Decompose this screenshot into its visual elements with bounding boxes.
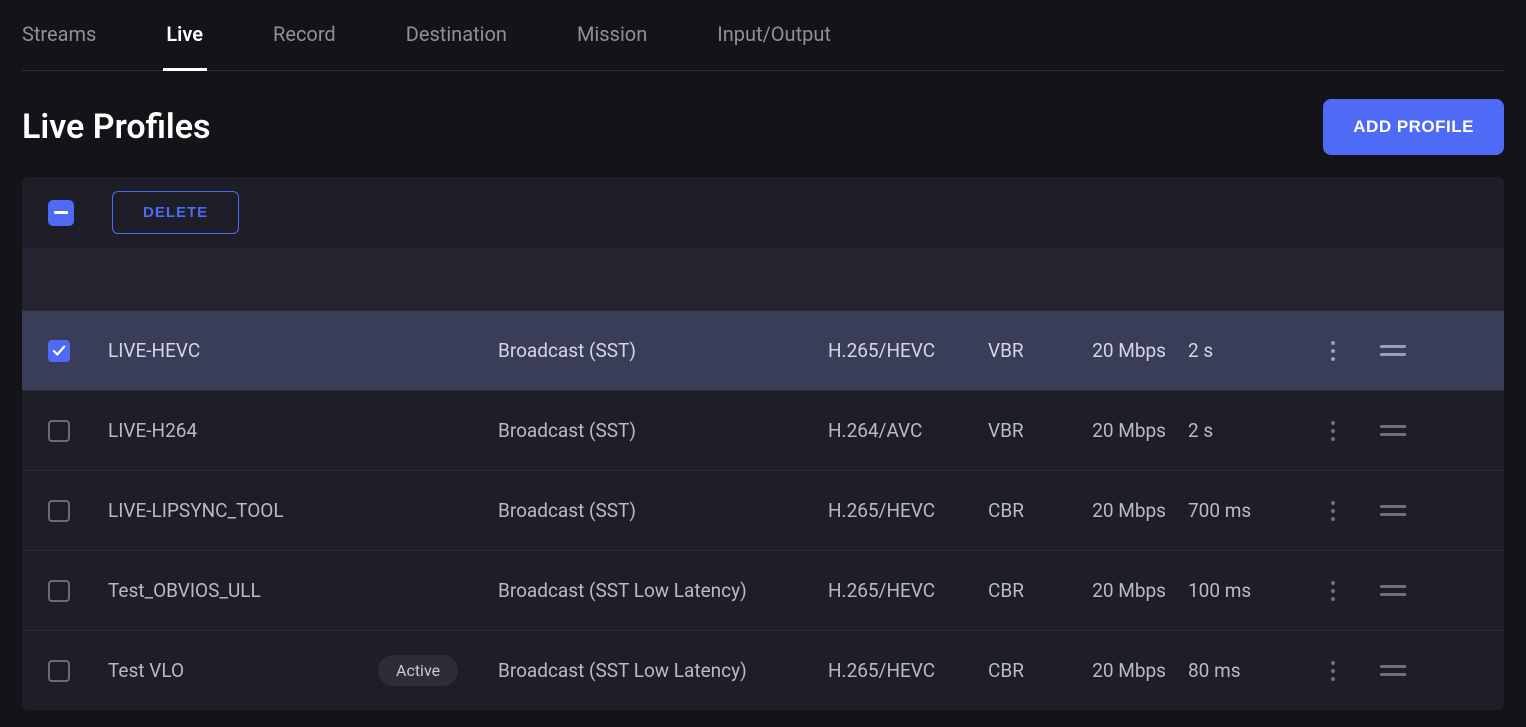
profile-name: Test_OBVIOS_ULL [108,579,378,602]
profile-codec: H.265/HEVC [828,659,988,682]
drag-icon [1380,585,1406,596]
tab-live[interactable]: Live [166,22,203,70]
table-row[interactable]: LIVE-HEVC Broadcast (SST) H.265/HEVC VBR… [22,310,1504,390]
row-menu-button[interactable] [1318,336,1348,366]
profile-mode: Broadcast (SST Low Latency) [498,579,828,602]
tab-mission[interactable]: Mission [577,22,647,70]
drag-icon [1380,345,1406,356]
row-checkbox[interactable] [48,340,70,362]
row-drag-handle[interactable] [1378,496,1408,526]
row-drag-handle[interactable] [1378,336,1408,366]
profile-name: LIVE-H264 [108,419,378,442]
drag-icon [1380,505,1406,516]
table-row[interactable]: Test VLO Active Broadcast (SST Low Laten… [22,630,1504,710]
table-row[interactable]: LIVE-H264 Broadcast (SST) H.264/AVC VBR … [22,390,1504,470]
kebab-icon [1331,501,1335,521]
profile-name: LIVE-HEVC [108,339,378,362]
row-drag-handle[interactable] [1378,656,1408,686]
profile-codec: H.265/HEVC [828,579,988,602]
profile-codec: H.265/HEVC [828,499,988,522]
row-drag-handle[interactable] [1378,576,1408,606]
table-row[interactable]: LIVE-LIPSYNC_TOOL Broadcast (SST) H.265/… [22,470,1504,550]
profile-mode: Broadcast (SST Low Latency) [498,659,828,682]
profile-mode: Broadcast (SST) [498,419,828,442]
profile-codec: H.264/AVC [828,419,988,442]
table-row[interactable]: Test_OBVIOS_ULL Broadcast (SST Low Laten… [22,550,1504,630]
tab-record[interactable]: Record [273,22,336,70]
row-checkbox[interactable] [48,420,70,442]
drag-icon [1380,425,1406,436]
table-header-spacer [22,248,1504,310]
profile-latency: 2 s [1188,419,1318,442]
tab-destination[interactable]: Destination [406,22,507,70]
profile-rate: VBR [988,339,1068,362]
profile-mode: Broadcast (SST) [498,499,828,522]
drag-icon [1380,665,1406,676]
row-menu-button[interactable] [1318,416,1348,446]
page-title: Live Profiles [22,107,211,147]
profile-latency: 700 ms [1188,499,1318,522]
profile-rate: CBR [988,659,1068,682]
kebab-icon [1331,581,1335,601]
row-checkbox[interactable] [48,660,70,682]
profile-bitrate: 20 Mbps [1068,419,1188,442]
row-drag-handle[interactable] [1378,416,1408,446]
row-menu-button[interactable] [1318,656,1348,686]
kebab-icon [1331,341,1335,361]
delete-button[interactable]: DELETE [112,191,239,234]
profile-rate: VBR [988,419,1068,442]
status-badge: Active [378,655,458,686]
profile-bitrate: 20 Mbps [1068,579,1188,602]
row-checkbox[interactable] [48,580,70,602]
profile-codec: H.265/HEVC [828,339,988,362]
profile-latency: 2 s [1188,339,1318,362]
bulk-toolbar: DELETE [22,177,1504,248]
profile-mode: Broadcast (SST) [498,339,828,362]
kebab-icon [1331,661,1335,681]
check-icon [52,344,66,358]
kebab-icon [1331,421,1335,441]
profile-bitrate: 20 Mbps [1068,499,1188,522]
row-menu-button[interactable] [1318,496,1348,526]
profile-rate: CBR [988,499,1068,522]
tab-bar: Streams Live Record Destination Mission … [22,0,1504,71]
profiles-panel: DELETE LIVE-HEVC Broadcast (SST) H.265/H… [22,177,1504,710]
row-checkbox[interactable] [48,500,70,522]
add-profile-button[interactable]: ADD PROFILE [1323,99,1504,155]
row-menu-button[interactable] [1318,576,1348,606]
profile-bitrate: 20 Mbps [1068,659,1188,682]
profile-bitrate: 20 Mbps [1068,339,1188,362]
profile-rate: CBR [988,579,1068,602]
profile-name: Test VLO [108,659,378,682]
select-all-checkbox[interactable] [48,200,74,226]
minus-icon [54,211,68,214]
profile-latency: 100 ms [1188,579,1318,602]
profile-latency: 80 ms [1188,659,1318,682]
tab-streams[interactable]: Streams [22,22,96,70]
tab-input-output[interactable]: Input/Output [717,22,831,70]
status-slot: Active [378,655,498,686]
profile-name: LIVE-LIPSYNC_TOOL [108,499,378,522]
